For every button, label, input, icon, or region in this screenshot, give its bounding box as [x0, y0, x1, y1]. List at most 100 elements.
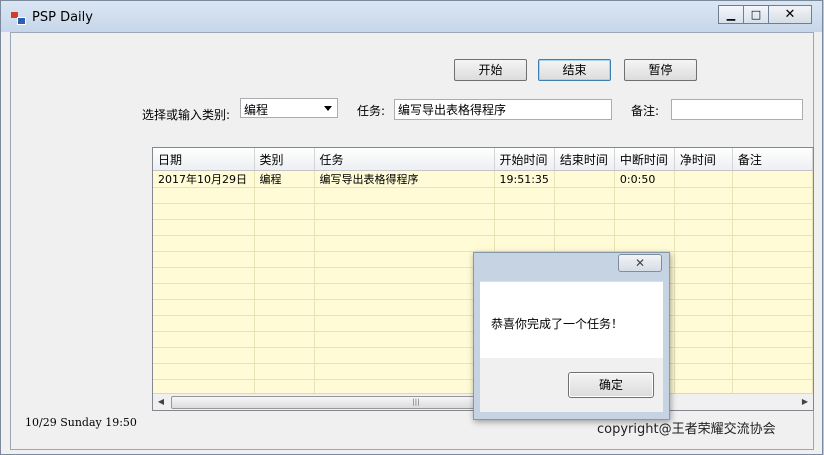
table-cell[interactable]: [614, 187, 675, 204]
column-header[interactable]: 备注: [732, 148, 813, 171]
table-cell[interactable]: [732, 170, 813, 188]
table-cell[interactable]: [153, 331, 255, 348]
maximize-button[interactable]: □: [743, 5, 769, 24]
table-cell[interactable]: 19:51:35: [494, 170, 555, 188]
chevron-down-icon[interactable]: [324, 106, 332, 111]
table-cell[interactable]: [314, 187, 495, 204]
table-cell[interactable]: [674, 363, 733, 380]
table-cell[interactable]: [153, 219, 255, 236]
table-cell[interactable]: 编写导出表格得程序: [314, 170, 495, 188]
table-cell[interactable]: 2017年10月29日: [153, 170, 255, 188]
table-cell[interactable]: [254, 363, 315, 380]
column-header[interactable]: 类别: [254, 148, 315, 171]
table-cell[interactable]: [554, 203, 615, 220]
task-input[interactable]: 编写导出表格得程序: [394, 99, 612, 120]
table-cell[interactable]: [614, 219, 675, 236]
table-cell[interactable]: [314, 347, 495, 364]
table-row[interactable]: [153, 219, 813, 236]
table-cell[interactable]: [153, 267, 255, 284]
table-cell[interactable]: [254, 331, 315, 348]
table-cell[interactable]: [314, 331, 495, 348]
table-cell[interactable]: [314, 235, 495, 252]
table-row[interactable]: [153, 187, 813, 204]
scroll-right-icon[interactable]: ▶: [797, 394, 813, 410]
table-cell[interactable]: 编程: [254, 170, 315, 188]
table-cell[interactable]: [254, 283, 315, 300]
table-row[interactable]: [153, 235, 813, 252]
table-cell[interactable]: [674, 219, 733, 236]
table-cell[interactable]: [614, 203, 675, 220]
table-cell[interactable]: [314, 299, 495, 316]
scroll-left-icon[interactable]: ◀: [153, 394, 169, 410]
table-row[interactable]: 2017年10月29日 编程 编写导出表格得程序 19:51:35 0:0:50: [153, 170, 813, 188]
table-cell[interactable]: [674, 315, 733, 332]
table-cell[interactable]: [674, 347, 733, 364]
table-cell[interactable]: [254, 219, 315, 236]
close-button[interactable]: ✕: [768, 5, 812, 24]
column-header[interactable]: 结束时间: [554, 148, 615, 171]
table-cell[interactable]: [153, 203, 255, 220]
table-cell[interactable]: [674, 299, 733, 316]
table-cell[interactable]: [254, 299, 315, 316]
minimize-button[interactable]: ▁: [718, 5, 744, 24]
table-cell[interactable]: [674, 187, 733, 204]
table-cell[interactable]: [494, 203, 555, 220]
table-cell[interactable]: [732, 331, 813, 348]
table-cell[interactable]: [153, 347, 255, 364]
table-cell[interactable]: [494, 187, 555, 204]
ok-button[interactable]: 确定: [568, 372, 654, 398]
column-header[interactable]: 日期: [153, 148, 255, 171]
table-cell[interactable]: [153, 315, 255, 332]
pause-button[interactable]: 暂停: [624, 59, 697, 81]
table-cell[interactable]: [732, 251, 813, 268]
column-header[interactable]: 任务: [314, 148, 495, 171]
table-cell[interactable]: [674, 283, 733, 300]
category-combobox[interactable]: 编程: [240, 98, 338, 118]
table-row[interactable]: [153, 203, 813, 220]
dialog-close-button[interactable]: ✕: [618, 254, 662, 272]
table-cell[interactable]: [314, 251, 495, 268]
table-cell[interactable]: [153, 299, 255, 316]
table-cell[interactable]: [153, 235, 255, 252]
table-cell[interactable]: [314, 363, 495, 380]
start-button[interactable]: 开始: [454, 59, 527, 81]
table-cell[interactable]: [554, 170, 615, 188]
table-cell[interactable]: [314, 283, 495, 300]
table-cell[interactable]: [254, 315, 315, 332]
table-cell[interactable]: [254, 235, 315, 252]
table-cell[interactable]: [674, 331, 733, 348]
table-cell[interactable]: [732, 347, 813, 364]
table-cell[interactable]: [732, 283, 813, 300]
column-header[interactable]: 开始时间: [494, 148, 555, 171]
table-cell[interactable]: [254, 347, 315, 364]
table-cell[interactable]: [254, 187, 315, 204]
table-cell[interactable]: [153, 251, 255, 268]
table-cell[interactable]: [314, 219, 495, 236]
note-input[interactable]: [671, 99, 803, 120]
table-cell[interactable]: [732, 363, 813, 380]
table-cell[interactable]: [153, 363, 255, 380]
table-cell[interactable]: [314, 267, 495, 284]
table-cell[interactable]: [494, 235, 555, 252]
table-cell[interactable]: [674, 203, 733, 220]
table-cell[interactable]: [732, 267, 813, 284]
column-header[interactable]: 中断时间: [614, 148, 675, 171]
table-cell[interactable]: [732, 299, 813, 316]
table-cell[interactable]: [732, 315, 813, 332]
table-cell[interactable]: [674, 267, 733, 284]
table-cell[interactable]: [674, 235, 733, 252]
table-cell[interactable]: [732, 219, 813, 236]
table-cell[interactable]: [153, 283, 255, 300]
table-cell[interactable]: 0:0:50: [614, 170, 675, 188]
table-cell[interactable]: [254, 203, 315, 220]
column-header[interactable]: 净时间: [674, 148, 733, 171]
table-cell[interactable]: [674, 251, 733, 268]
table-cell[interactable]: [314, 315, 495, 332]
table-cell[interactable]: [254, 251, 315, 268]
table-cell[interactable]: [732, 235, 813, 252]
table-cell[interactable]: [494, 219, 555, 236]
title-bar[interactable]: PSP Daily ▁ □ ✕: [1, 1, 822, 32]
table-cell[interactable]: [554, 187, 615, 204]
table-cell[interactable]: [554, 235, 615, 252]
table-cell[interactable]: [732, 187, 813, 204]
